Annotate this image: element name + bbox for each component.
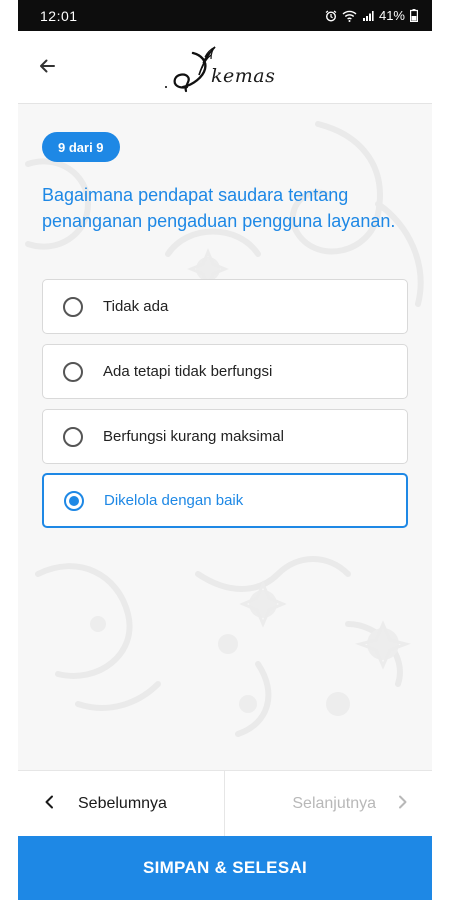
app-logo: kemas bbox=[163, 41, 288, 97]
question-navigation: Sebelumnya Selanjutnya bbox=[18, 770, 432, 837]
battery-text: 41% bbox=[378, 8, 405, 23]
screen-frame-left bbox=[0, 0, 18, 900]
option-item[interactable]: Tidak ada bbox=[42, 279, 408, 334]
status-time: 12:01 bbox=[40, 7, 78, 24]
question-text: Bagaimana pendapat saudara tentang penan… bbox=[42, 185, 396, 231]
option-label: Ada tetapi tidak berfungsi bbox=[103, 363, 273, 380]
app-header: kemas bbox=[18, 31, 432, 104]
option-label: Dikelola dengan baik bbox=[104, 492, 244, 509]
chevron-right-icon bbox=[398, 795, 408, 814]
radio-unchecked-icon[interactable] bbox=[63, 426, 83, 447]
option-label: Tidak ada bbox=[103, 298, 169, 315]
status-bar: 12:01 41% bbox=[18, 0, 432, 31]
radio-checked-icon[interactable] bbox=[64, 490, 84, 511]
alarm-icon bbox=[325, 10, 337, 22]
next-button[interactable]: Selanjutnya bbox=[225, 771, 432, 837]
screen-frame-right bbox=[432, 0, 450, 900]
next-label: Selanjutnya bbox=[292, 795, 376, 812]
previous-label: Sebelumnya bbox=[78, 795, 167, 812]
option-label: Berfungsi kurang maksimal bbox=[103, 428, 284, 445]
chevron-left-icon bbox=[44, 795, 54, 814]
back-button[interactable] bbox=[32, 53, 62, 83]
option-item-selected[interactable]: Dikelola dengan baik bbox=[42, 473, 408, 528]
app-screen: 12:01 41% kemas 9 dari 9 Bagaimana penda… bbox=[18, 0, 432, 900]
wifi-icon bbox=[342, 10, 357, 22]
signal-icon bbox=[362, 10, 374, 22]
option-item[interactable]: Ada tetapi tidak berfungsi bbox=[42, 344, 408, 399]
save-finish-button[interactable]: SIMPAN & SELESAI bbox=[18, 836, 432, 900]
option-item[interactable]: Berfungsi kurang maksimal bbox=[42, 409, 408, 464]
radio-dot bbox=[69, 495, 79, 506]
question-content: 9 dari 9 Bagaimana pendapat saudara tent… bbox=[18, 104, 432, 770]
step-badge: 9 dari 9 bbox=[42, 132, 120, 162]
status-icons: 41% bbox=[325, 8, 418, 23]
radio-unchecked-icon[interactable] bbox=[63, 296, 83, 317]
radio-unchecked-icon[interactable] bbox=[63, 361, 83, 382]
logo-text: kemas bbox=[211, 65, 276, 87]
battery-icon bbox=[410, 9, 418, 22]
arrow-left-icon bbox=[37, 56, 57, 81]
previous-button[interactable]: Sebelumnya bbox=[18, 771, 225, 837]
